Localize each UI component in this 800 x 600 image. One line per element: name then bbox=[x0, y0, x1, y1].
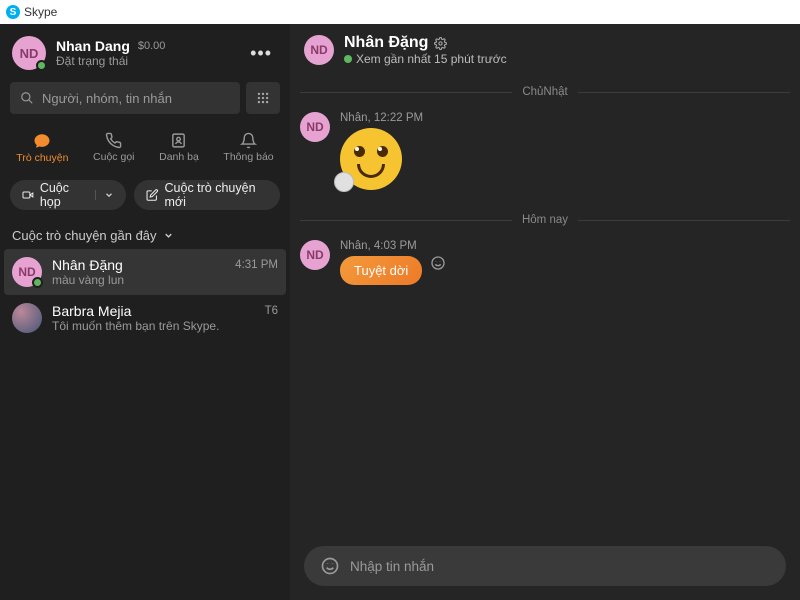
search-input[interactable]: Người, nhóm, tin nhắn bbox=[10, 82, 240, 114]
tab-label: Trò chuyện bbox=[16, 152, 68, 164]
presence-dot-icon bbox=[344, 55, 352, 63]
tab-label: Thông báo bbox=[223, 151, 273, 163]
chevron-down-icon[interactable] bbox=[95, 190, 114, 200]
video-icon bbox=[22, 188, 34, 202]
chat-title[interactable]: Nhân Đặng bbox=[344, 34, 428, 52]
compose-icon bbox=[146, 188, 159, 202]
search-icon bbox=[20, 91, 34, 105]
message-bubble[interactable]: Tuyệt dời bbox=[340, 256, 422, 285]
chat-panel: ND Nhân Đặng Xem gần nhất 15 phút trước … bbox=[290, 24, 800, 600]
conversation-time: T6 bbox=[265, 305, 278, 317]
message-input[interactable]: Nhập tin nhắn bbox=[304, 546, 786, 586]
search-placeholder: Người, nhóm, tin nhắn bbox=[42, 91, 172, 106]
dialpad-icon bbox=[256, 91, 270, 105]
presence-dot-icon bbox=[36, 60, 47, 71]
self-avatar[interactable]: ND bbox=[12, 36, 46, 70]
conversation-preview: Tôi muốn thêm bạn trên Skype. bbox=[52, 319, 255, 333]
more-button[interactable]: ••• bbox=[244, 39, 278, 68]
app-root: ND Nhan Dang $0.00 Đặt trạng thái ••• Ng… bbox=[0, 24, 800, 600]
date-label: ChủNhật bbox=[522, 86, 567, 98]
new-chat-button[interactable]: Cuộc trò chuyện mới bbox=[134, 180, 280, 210]
date-divider: Hôm nay bbox=[300, 214, 790, 226]
sidebar: ND Nhan Dang $0.00 Đặt trạng thái ••• Ng… bbox=[0, 24, 290, 600]
self-avatar-initials: ND bbox=[20, 46, 39, 61]
presence-dot-icon bbox=[32, 277, 43, 288]
conversation-item[interactable]: Barbra Mejia Tôi muốn thêm bạn trên Skyp… bbox=[0, 295, 290, 341]
conversation-item[interactable]: ND Nhân Đặng màu vàng lun 4:31 PM bbox=[4, 249, 286, 295]
compose-placeholder: Nhập tin nhắn bbox=[350, 559, 434, 574]
conversation-time: 4:31 PM bbox=[235, 259, 278, 271]
tab-chat[interactable]: Trò chuyện bbox=[10, 128, 74, 168]
tab-calls[interactable]: Cuộc gọi bbox=[87, 128, 140, 168]
chat-icon bbox=[33, 132, 51, 150]
tab-label: Danh bạ bbox=[159, 151, 199, 163]
tab-bar: Trò chuyện Cuộc gọi Danh bạ Thông báo bbox=[0, 120, 290, 172]
bell-icon bbox=[240, 132, 257, 149]
chevron-down-icon bbox=[163, 230, 174, 241]
gear-icon[interactable] bbox=[434, 37, 447, 50]
tab-notifications[interactable]: Thông báo bbox=[217, 128, 279, 168]
self-name: Nhan Dang bbox=[56, 38, 130, 54]
chat-header: ND Nhân Đặng Xem gần nhất 15 phút trước bbox=[290, 24, 800, 76]
tab-contacts[interactable]: Danh bạ bbox=[153, 128, 205, 168]
contact-avatar: ND bbox=[12, 257, 42, 287]
chat-avatar[interactable]: ND bbox=[304, 35, 334, 65]
chat-subtitle: Xem gần nhất 15 phút trước bbox=[356, 52, 507, 66]
date-divider: ChủNhật bbox=[300, 86, 790, 98]
message-row: ND Nhân, 4:03 PM Tuyệt dời bbox=[300, 236, 790, 299]
conversation-preview: màu vàng lun bbox=[52, 273, 225, 287]
sender-avatar[interactable]: ND bbox=[300, 240, 330, 270]
meeting-label: Cuộc họp bbox=[40, 181, 85, 209]
avatar-initials: ND bbox=[306, 248, 323, 262]
smile-icon bbox=[430, 255, 446, 271]
message-row: ND Nhân, 12:22 PM bbox=[300, 108, 790, 204]
coin-icon bbox=[334, 172, 354, 192]
message-meta: Nhân, 4:03 PM bbox=[340, 240, 422, 252]
phone-icon bbox=[105, 132, 122, 149]
self-balance[interactable]: $0.00 bbox=[138, 40, 166, 52]
message-list: ChủNhật ND Nhân, 12:22 PM Hôm nay bbox=[290, 76, 800, 536]
contact-avatar bbox=[12, 303, 42, 333]
react-button[interactable] bbox=[430, 255, 446, 271]
meeting-button[interactable]: Cuộc họp bbox=[10, 180, 126, 210]
emoji-icon[interactable] bbox=[320, 556, 340, 576]
emoji-sticker[interactable] bbox=[340, 128, 402, 190]
sender-avatar[interactable]: ND bbox=[300, 112, 330, 142]
recent-chats-header[interactable]: Cuộc trò chuyện gần đây bbox=[0, 218, 290, 249]
self-info: Nhan Dang $0.00 Đặt trạng thái bbox=[56, 38, 234, 68]
avatar-initials: ND bbox=[306, 120, 323, 134]
dialpad-button[interactable] bbox=[246, 82, 280, 114]
recent-chats-label: Cuộc trò chuyện gần đây bbox=[12, 228, 157, 243]
message-meta: Nhân, 12:22 PM bbox=[340, 112, 423, 124]
skype-logo-icon: S bbox=[6, 5, 20, 19]
new-chat-label: Cuộc trò chuyện mới bbox=[165, 181, 268, 209]
window-title: Skype bbox=[24, 5, 57, 19]
window-titlebar: S Skype bbox=[0, 0, 800, 24]
compose-area: Nhập tin nhắn bbox=[290, 536, 800, 600]
self-profile-row[interactable]: ND Nhan Dang $0.00 Đặt trạng thái ••• bbox=[0, 30, 290, 76]
avatar-initials: ND bbox=[18, 265, 35, 279]
tab-label: Cuộc gọi bbox=[93, 151, 134, 163]
avatar-initials: ND bbox=[310, 43, 327, 57]
contacts-icon bbox=[170, 132, 187, 149]
conversation-name: Nhân Đặng bbox=[52, 257, 225, 273]
date-label: Hôm nay bbox=[522, 214, 568, 226]
conversation-name: Barbra Mejia bbox=[52, 303, 255, 319]
self-status[interactable]: Đặt trạng thái bbox=[56, 54, 234, 68]
